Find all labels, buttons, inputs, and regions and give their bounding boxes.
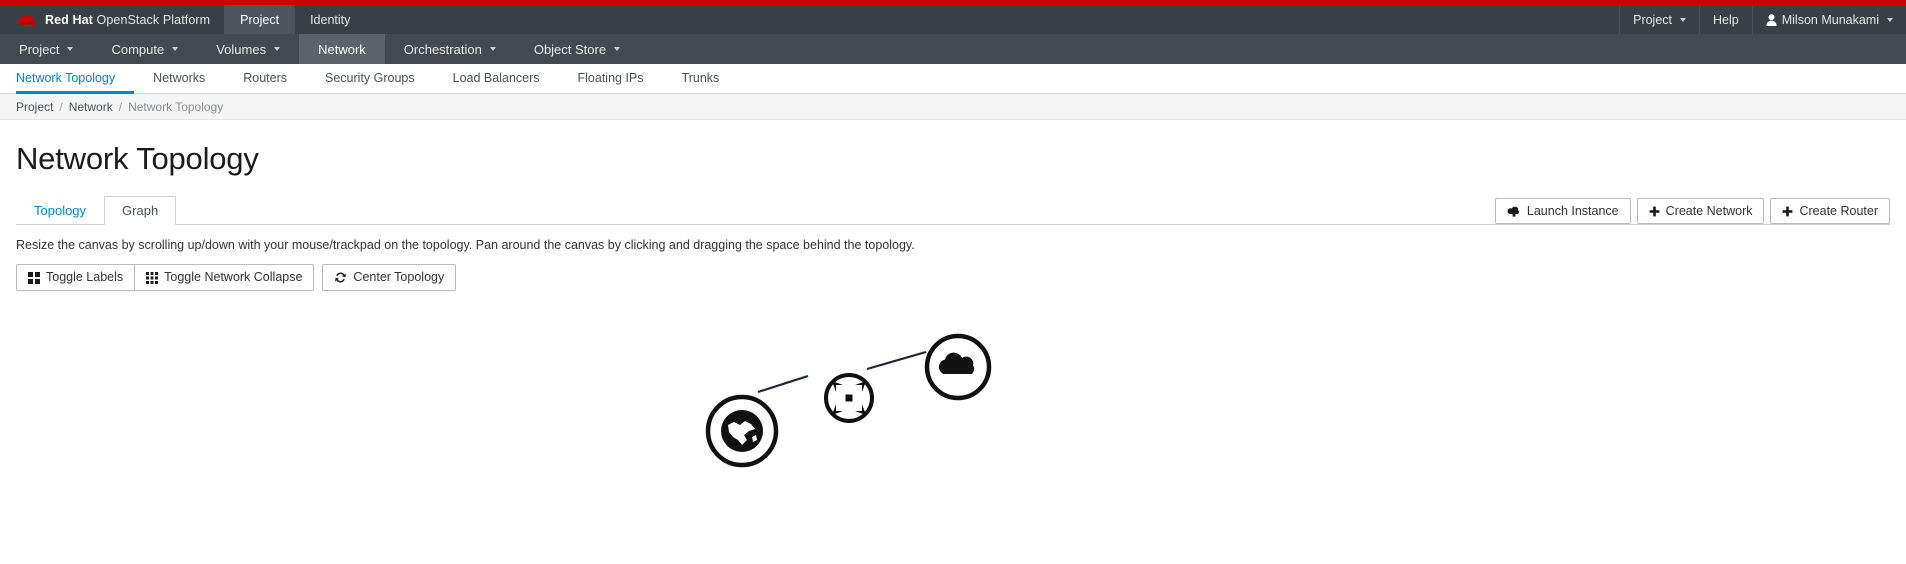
toggle-labels-label: Toggle Labels: [46, 270, 124, 285]
subnav-item-networks-label: Networks: [153, 70, 206, 85]
user-menu[interactable]: Milson Munakami: [1751, 5, 1906, 34]
subnav-item-routers-label: Routers: [243, 70, 288, 85]
secondary-nav: Network Topology Networks Routers Securi…: [0, 64, 1906, 94]
subnav-item-floating-ips-label: Floating IPs: [577, 70, 644, 85]
subnav-item-networks[interactable]: Networks: [134, 64, 224, 94]
tab-topology[interactable]: Topology: [16, 196, 104, 226]
cloud-upload-icon: [1507, 206, 1519, 217]
breadcrumb-item-network[interactable]: Network: [69, 100, 113, 114]
subnav-item-security-groups[interactable]: Security Groups: [306, 64, 434, 94]
masthead-tab-project-label: Project: [240, 12, 280, 27]
plus-icon: [1649, 206, 1660, 216]
subnav-item-network-topology-label: Network Topology: [16, 70, 116, 85]
help-link-label: Help: [1713, 12, 1739, 27]
page-title: Network Topology: [16, 141, 259, 176]
nav-item-orchestration[interactable]: Orchestration: [385, 34, 515, 64]
chevron-down-icon: [67, 47, 74, 51]
topology-canvas[interactable]: [16, 297, 1890, 534]
topology-graph[interactable]: [16, 297, 1890, 533]
chevron-down-icon: [1680, 17, 1687, 22]
redhat-shadowman-icon: [17, 14, 36, 26]
create-router-button[interactable]: Create Router: [1770, 198, 1890, 224]
chevron-down-icon: [489, 47, 496, 51]
toggle-labels-button[interactable]: Toggle Labels: [16, 264, 136, 292]
page-actions: Launch Instance Create Network Create Ro…: [1494, 198, 1890, 224]
nav-item-orchestration-label: Orchestration: [403, 41, 482, 57]
link-router-network: [866, 351, 927, 371]
masthead-right: Project Help Milson Munakami: [1619, 5, 1906, 34]
chevron-down-icon: [614, 47, 621, 51]
plus-icon: [1783, 206, 1793, 216]
breadcrumb-separator: /: [118, 99, 123, 114]
tab-graph-label: Graph: [122, 202, 159, 218]
breadcrumb-item-project[interactable]: Project: [16, 100, 53, 114]
masthead-spacer: [365, 5, 1619, 34]
chevron-down-icon: [274, 47, 281, 51]
create-router-label: Create Router: [1799, 203, 1878, 218]
nav-item-project[interactable]: Project: [0, 34, 92, 64]
nav-item-compute[interactable]: Compute: [92, 34, 197, 64]
help-link[interactable]: Help: [1699, 5, 1752, 34]
nav-item-project-label: Project: [19, 41, 60, 57]
center-topology-button[interactable]: Center Topology: [322, 264, 457, 292]
globe-icon: [721, 410, 763, 453]
tab-graph[interactable]: Graph: [104, 195, 177, 226]
page-content: Network Topology Launch Instance Create …: [0, 141, 1906, 534]
masthead-tab-project[interactable]: Project: [224, 5, 295, 34]
breadcrumb-item-network-topology: Network Topology: [128, 99, 224, 114]
refresh-icon: [335, 272, 347, 283]
brand-logo[interactable]: Red Hat OpenStack Platform: [0, 5, 224, 34]
project-switcher[interactable]: Project: [1619, 5, 1699, 34]
subnav-item-floating-ips[interactable]: Floating IPs: [559, 64, 663, 94]
subnav-item-routers[interactable]: Routers: [224, 64, 306, 94]
nav-item-object-store[interactable]: Object Store: [515, 34, 639, 64]
link-external-net-router: [757, 375, 809, 394]
grid-3x3-icon: [146, 271, 159, 284]
grid-2x2-icon: [28, 271, 40, 284]
subnav-item-trunks[interactable]: Trunks: [663, 64, 739, 94]
launch-instance-button[interactable]: Launch Instance: [1494, 198, 1631, 224]
brand-bold: Red Hat: [45, 12, 93, 27]
subnav-item-trunks-label: Trunks: [681, 70, 720, 85]
chevron-down-icon: [1887, 17, 1893, 22]
nav-item-network-label: Network: [318, 41, 366, 57]
nav-item-volumes-label: Volumes: [216, 41, 267, 57]
nav-item-object-store-label: Object Store: [533, 41, 607, 57]
topology-node-external-net[interactable]: [705, 394, 779, 468]
user-menu-label: Milson Munakami: [1781, 12, 1879, 27]
brand-light: OpenStack Platform: [96, 12, 211, 27]
create-network-label: Create Network: [1665, 203, 1753, 218]
subnav-item-load-balancers-label: Load Balancers: [452, 70, 540, 85]
masthead-tab-identity[interactable]: Identity: [294, 5, 365, 34]
nav-item-network[interactable]: Network: [299, 34, 385, 64]
breadcrumb: Project / Network / Network Topology: [0, 94, 1906, 120]
toolbar-group-center: Center Topology: [314, 264, 457, 292]
project-switcher-label: Project: [1633, 12, 1673, 27]
breadcrumb-separator: /: [59, 99, 63, 114]
subnav-item-security-groups-label: Security Groups: [325, 70, 415, 85]
tab-topology-label: Topology: [34, 202, 87, 218]
nav-item-volumes[interactable]: Volumes: [197, 34, 299, 64]
masthead: Red Hat OpenStack Platform Project Ident…: [0, 5, 1906, 34]
chevron-down-icon: [172, 47, 179, 51]
topology-node-network[interactable]: [924, 333, 992, 401]
masthead-tab-identity-label: Identity: [310, 12, 351, 27]
toggle-network-collapse-button[interactable]: Toggle Network Collapse: [134, 264, 315, 292]
subnav-item-load-balancers[interactable]: Load Balancers: [434, 64, 559, 94]
create-network-button[interactable]: Create Network: [1636, 198, 1765, 224]
subnav-item-network-topology[interactable]: Network Topology: [16, 64, 135, 94]
user-icon: [1766, 13, 1777, 26]
nav-item-compute-label: Compute: [111, 41, 165, 57]
primary-nav: Project Compute Volumes Network Orchestr…: [0, 34, 1906, 64]
topology-toolbar: Toggle Labels Toggle Network Collapse Ce…: [16, 264, 1890, 292]
topology-node-router[interactable]: [824, 373, 874, 424]
toggle-network-collapse-label: Toggle Network Collapse: [164, 270, 303, 285]
brand-title: Red Hat OpenStack Platform: [45, 13, 210, 27]
center-topology-label: Center Topology: [353, 270, 445, 285]
launch-instance-label: Launch Instance: [1526, 203, 1619, 218]
toolbar-group-toggles: Toggle Labels Toggle Network Collapse: [16, 264, 315, 292]
canvas-hint-text: Resize the canvas by scrolling up/down w…: [16, 238, 915, 253]
